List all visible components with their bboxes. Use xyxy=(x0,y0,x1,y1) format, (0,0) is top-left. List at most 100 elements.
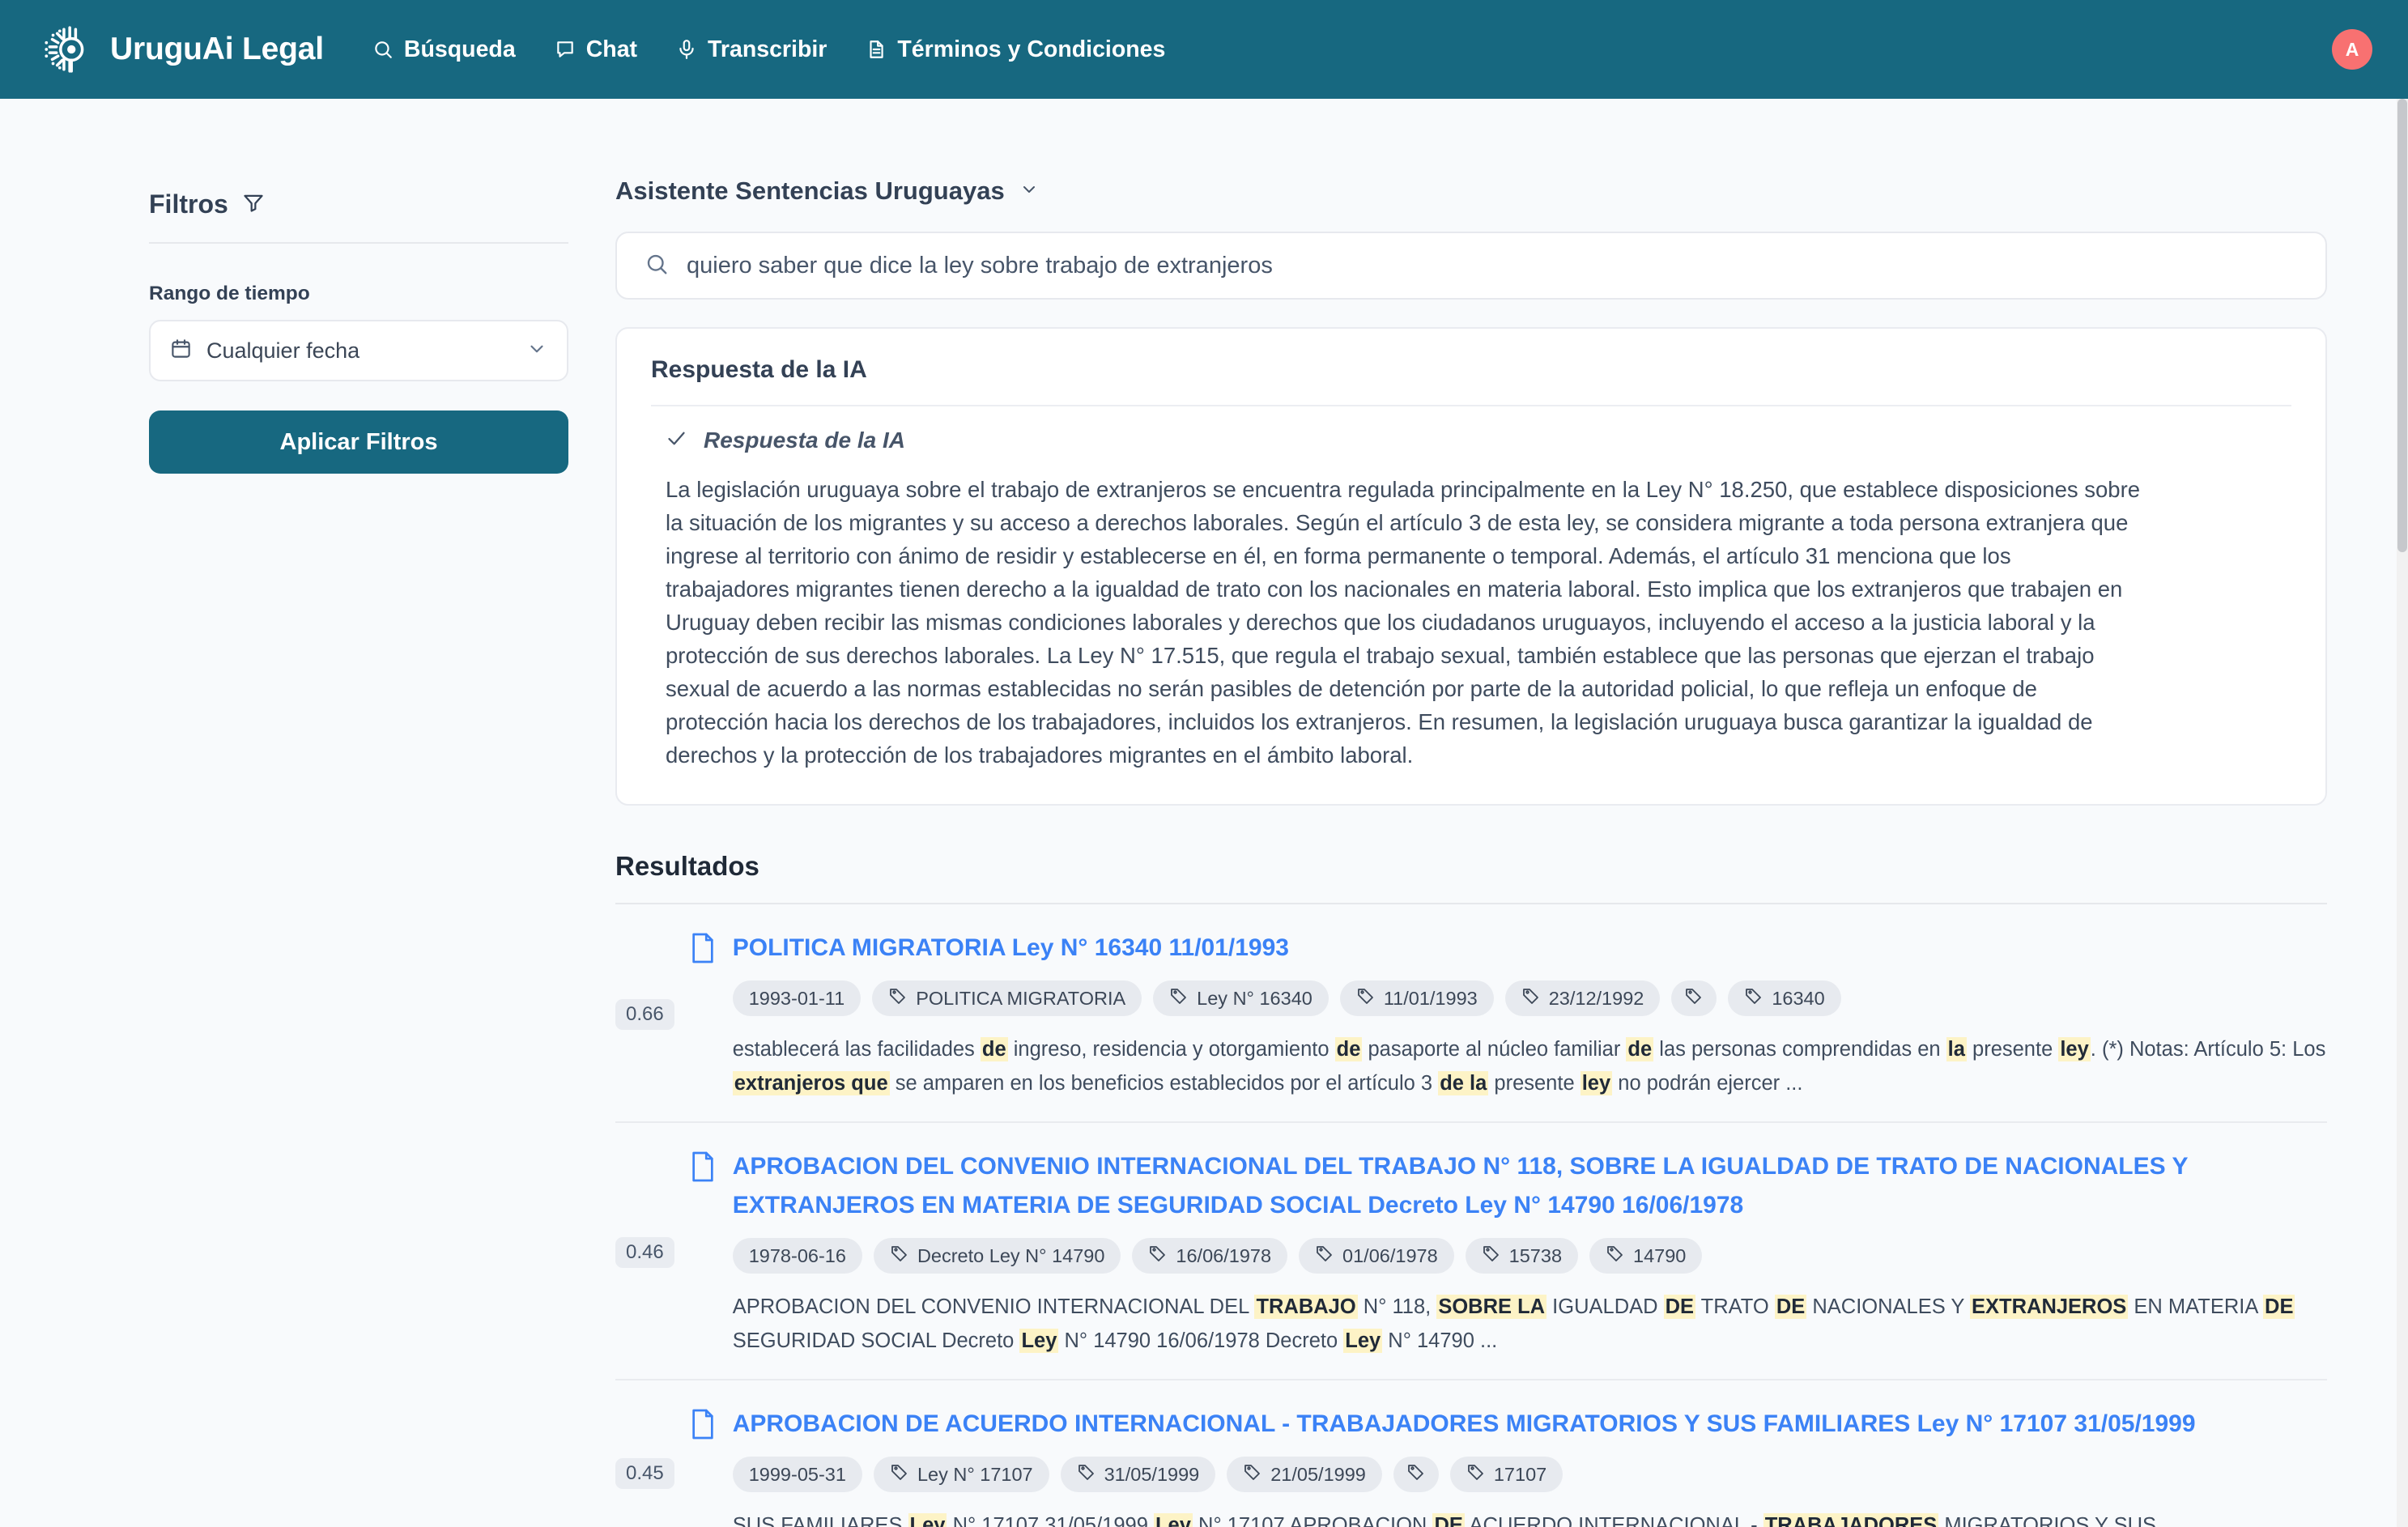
snippet-text: EN MATERIA xyxy=(2128,1295,2264,1318)
result-chip[interactable]: Ley N° 17107 xyxy=(873,1457,1049,1492)
result-chip[interactable]: 17107 xyxy=(1449,1457,1563,1492)
snippet-highlight: de la xyxy=(1438,1071,1489,1095)
snippet-text: presente xyxy=(1488,1072,1581,1095)
snippet-text: IGUALDAD xyxy=(1546,1295,1664,1318)
nav-item-label: Transcribir xyxy=(708,36,827,62)
result-chip-label: Decreto Ley N° 14790 xyxy=(917,1244,1105,1266)
snippet-highlight: ley xyxy=(2058,1037,2091,1061)
snippet-text: ACUERDO INTERNACIONAL - xyxy=(1464,1514,1763,1527)
chevron-down-icon xyxy=(526,338,547,364)
snippet-highlight: DE xyxy=(1663,1295,1696,1319)
tag-icon xyxy=(1744,986,1763,1010)
tag-icon xyxy=(1169,986,1189,1010)
result-row: 0.45 APROBACION DE ACUERDO INTERNACIONAL … xyxy=(615,1380,2327,1527)
snippet-highlight: la xyxy=(1946,1037,1967,1061)
result-snippet: establecerá las facilidades de ingreso, … xyxy=(732,1032,2327,1100)
main-content: Asistente Sentencias Uruguayas quiero sa… xyxy=(615,99,2408,1527)
divider xyxy=(651,405,2291,406)
result-chip[interactable]: Decreto Ley N° 14790 xyxy=(873,1238,1121,1274)
result-chip[interactable]: 23/12/1992 xyxy=(1504,980,1661,1016)
ai-response-title: Respuesta de la IA xyxy=(651,356,867,383)
result-title-link[interactable]: APROBACION DEL CONVENIO INTERNACIONAL DE… xyxy=(733,1147,2327,1225)
snippet-highlight: EXTRANJEROS xyxy=(1970,1295,2129,1319)
apply-filters-button[interactable]: Aplicar Filtros xyxy=(149,410,568,474)
nav-item-label: Búsqueda xyxy=(403,36,516,62)
snippet-text: presente xyxy=(1966,1038,2059,1061)
search-input[interactable]: quiero saber que dice la ley sobre traba… xyxy=(687,253,2298,279)
snippet-highlight: extranjeros que xyxy=(732,1071,890,1095)
tag-icon xyxy=(890,1462,909,1487)
snippet-text: se amparen en los beneficios establecido… xyxy=(889,1072,1439,1095)
result-score: 0.45 xyxy=(615,1458,674,1489)
scrollbar-thumb[interactable] xyxy=(2397,99,2407,552)
snippet-text: N° 17107 31/05/1999 xyxy=(947,1514,1154,1527)
result-chip[interactable]: 31/05/1999 xyxy=(1060,1457,1216,1492)
result-chip-label: Ley N° 17107 xyxy=(917,1463,1033,1485)
date-range-value: Cualquier fecha xyxy=(206,338,360,363)
ai-response-card: Respuesta de la IA Respuesta de la IA La… xyxy=(615,327,2327,806)
snippet-text: ingreso, residencia y otorgamiento xyxy=(1007,1038,1335,1061)
nav-item-busqueda[interactable]: Búsqueda xyxy=(372,36,516,63)
snippet-highlight: de xyxy=(980,1037,1008,1061)
result-score: 0.66 xyxy=(615,999,674,1030)
result-chip-label: 31/05/1999 xyxy=(1104,1463,1200,1485)
result-chip[interactable]: 11/01/1993 xyxy=(1339,980,1494,1016)
tag-icon xyxy=(1148,1244,1168,1268)
result-chip-label: 01/06/1978 xyxy=(1342,1244,1438,1266)
result-chip[interactable]: POLITICA MIGRATORIA xyxy=(872,980,1142,1016)
result-chip[interactable]: 1978-06-16 xyxy=(732,1238,862,1274)
result-chip[interactable]: 16340 xyxy=(1728,980,1841,1016)
date-range-select[interactable]: Cualquier fecha xyxy=(149,320,568,381)
page-scrollbar[interactable] xyxy=(2397,99,2408,1527)
document-icon xyxy=(866,39,887,60)
snippet-highlight: Ley xyxy=(1343,1329,1383,1353)
result-chip-list: 1978-06-16 Decreto Ley N° 14790 16/06/1978… xyxy=(732,1238,2327,1274)
search-bar[interactable]: quiero saber que dice la ley sobre traba… xyxy=(615,232,2327,300)
result-title-link[interactable]: APROBACION DE ACUERDO INTERNACIONAL - TR… xyxy=(733,1405,2327,1444)
result-chip[interactable]: 21/05/1999 xyxy=(1227,1457,1382,1492)
file-document-icon xyxy=(689,929,717,1100)
snippet-text: no podrán ejercer ... xyxy=(1612,1072,1803,1095)
result-chip[interactable]: 15738 xyxy=(1465,1238,1579,1274)
result-chip-label: POLITICA MIGRATORIA xyxy=(916,987,1126,1009)
result-chip[interactable]: 1993-01-11 xyxy=(732,980,862,1016)
tag-icon xyxy=(1482,1244,1501,1268)
search-icon xyxy=(372,39,394,60)
avatar[interactable]: A xyxy=(2332,29,2372,70)
snippet-text: las personas comprendidas en xyxy=(1653,1038,1946,1061)
result-chip[interactable]: Ley N° 16340 xyxy=(1153,980,1329,1016)
result-chip-label: 1978-06-16 xyxy=(748,1244,846,1266)
tag-icon xyxy=(1077,1462,1096,1487)
result-row: 0.46 APROBACION DEL CONVENIO INTERNACIONA… xyxy=(615,1123,2327,1380)
snippet-highlight: Ley xyxy=(908,1513,947,1527)
nav-item-chat[interactable]: Chat xyxy=(555,36,637,63)
tag-icon xyxy=(1466,1462,1486,1487)
result-chip[interactable]: 01/06/1978 xyxy=(1299,1238,1454,1274)
tag-icon xyxy=(1406,1462,1426,1487)
results-title: Resultados xyxy=(615,851,759,881)
result-title-link[interactable]: POLITICA MIGRATORIA Ley N° 16340 11/01/1… xyxy=(733,929,2327,968)
result-chip-label: 14790 xyxy=(1633,1244,1687,1266)
result-chip-label: 16/06/1978 xyxy=(1176,1244,1272,1266)
result-snippet: SUS FAMILIARES Ley N° 17107 31/05/1999 L… xyxy=(733,1508,2327,1527)
tag-icon xyxy=(890,1244,909,1268)
result-chip[interactable]: 16/06/1978 xyxy=(1132,1238,1288,1274)
snippet-highlight: SOBRE LA xyxy=(1436,1295,1547,1319)
tag-icon xyxy=(888,986,908,1010)
result-chip[interactable]: 14790 xyxy=(1589,1238,1703,1274)
brand[interactable]: UruguAi Legal xyxy=(39,23,324,76)
chevron-down-icon xyxy=(1019,180,1039,203)
snippet-text: NACIONALES Y xyxy=(1806,1295,1971,1318)
result-chip-label: 16340 xyxy=(1772,987,1825,1009)
brand-name: UruguAi Legal xyxy=(110,32,324,66)
file-document-icon xyxy=(689,1405,717,1527)
nav-item-terminos[interactable]: Términos y Condiciones xyxy=(866,36,1165,63)
tag-icon xyxy=(1521,986,1541,1010)
result-chip[interactable]: 1999-05-31 xyxy=(732,1457,862,1492)
snippet-text: N° 14790 16/06/1978 Decreto xyxy=(1058,1329,1344,1352)
result-chip[interactable] xyxy=(1671,980,1717,1016)
nav-item-transcribir[interactable]: Transcribir xyxy=(676,36,827,63)
tag-icon xyxy=(1606,1244,1625,1268)
result-chip[interactable] xyxy=(1393,1457,1439,1492)
assistant-selector[interactable]: Asistente Sentencias Uruguayas xyxy=(615,177,2327,206)
